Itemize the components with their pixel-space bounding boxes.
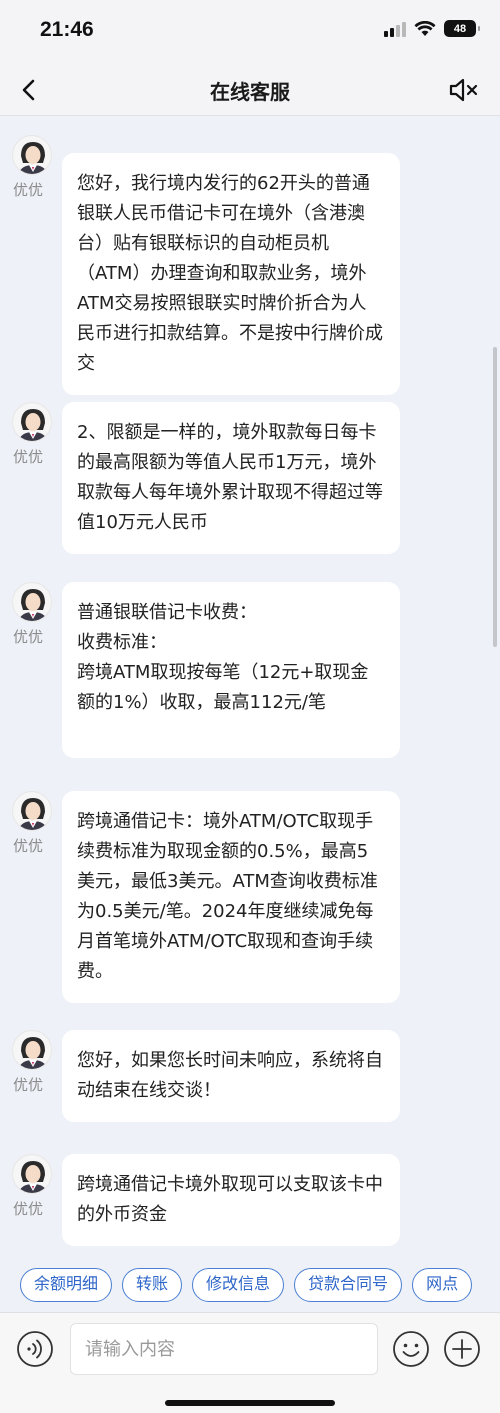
emoji-button[interactable]	[392, 1330, 430, 1368]
voice-button[interactable]	[16, 1330, 54, 1368]
input-bar	[0, 1312, 500, 1413]
quick-reply-chip[interactable]: 修改信息	[192, 1268, 285, 1302]
battery-indicator: 48	[444, 20, 480, 37]
agent-avatar-icon	[18, 142, 48, 174]
agent-name: 优优	[13, 1076, 44, 1094]
agent-avatar	[12, 791, 52, 831]
message-bubble: 跨境通借记卡：境外ATM/OTC取现手续费标准为取现金额的0.5%，最高5美元，…	[62, 791, 400, 1003]
mute-button[interactable]	[448, 76, 480, 104]
message-bubble: 您好，如果您长时间未响应，系统将自动结束在线交谈！	[62, 1030, 400, 1122]
speaker-muted-icon	[449, 78, 478, 102]
message-input[interactable]	[70, 1323, 378, 1375]
quick-reply-chip[interactable]: 网点	[412, 1268, 473, 1302]
agent-avatar-icon	[18, 589, 48, 621]
signal-icon	[384, 21, 406, 37]
agent-avatar	[12, 1154, 52, 1194]
message-bubble: 2、限额是一样的，境外取款每日每卡的最高限额为等值人民币1万元，境外取款每人每年…	[62, 402, 400, 554]
agent-avatar-icon	[18, 1037, 48, 1069]
quick-reply-chip[interactable]: 余额明细	[20, 1268, 113, 1302]
agent-name: 优优	[13, 628, 44, 646]
quick-reply-chip[interactable]: 贷款合同号	[294, 1268, 403, 1302]
quick-reply-chip[interactable]: 转账	[122, 1268, 183, 1302]
agent-name: 优优	[13, 181, 44, 199]
nav-bar: 在线客服	[0, 64, 500, 116]
wifi-icon	[414, 20, 436, 36]
emoji-icon	[393, 1331, 429, 1367]
agent-avatar	[12, 402, 52, 442]
chat-message-list[interactable]: 优优 您好，我行境内发行的62开头的普通银联人民币借记卡可在境外（含港澳台）贴有…	[0, 117, 500, 1263]
message-bubble: 普通银联借记卡收费： 收费标准： 跨境ATM取现按每笔（12元+取现金额的1%）…	[62, 582, 400, 758]
agent-avatar-icon	[18, 1161, 48, 1193]
plus-icon	[444, 1331, 480, 1367]
agent-name: 优优	[13, 837, 44, 855]
voice-icon	[17, 1331, 53, 1367]
quick-reply-bar: 余额明细 转账 修改信息 贷款合同号 网点	[0, 1268, 500, 1312]
agent-name: 优优	[13, 448, 44, 466]
message-bubble: 跨境通借记卡境外取现可以支取该卡中的外币资金	[62, 1154, 400, 1246]
status-time: 21:46	[40, 18, 94, 41]
more-options-button[interactable]	[443, 1330, 481, 1368]
agent-avatar-icon	[18, 798, 48, 830]
scrollbar[interactable]	[493, 347, 497, 647]
agent-avatar	[12, 135, 52, 175]
agent-avatar	[12, 582, 52, 622]
agent-name: 优优	[13, 1200, 44, 1218]
page-title: 在线客服	[210, 80, 290, 104]
agent-avatar-icon	[18, 409, 48, 441]
status-bar: 21:46 48	[0, 0, 500, 64]
status-icons: 48	[384, 20, 480, 37]
agent-avatar	[12, 1030, 52, 1070]
home-indicator	[165, 1400, 335, 1406]
message-bubble: 您好，我行境内发行的62开头的普通银联人民币借记卡可在境外（含港澳台）贴有银联标…	[62, 153, 400, 395]
